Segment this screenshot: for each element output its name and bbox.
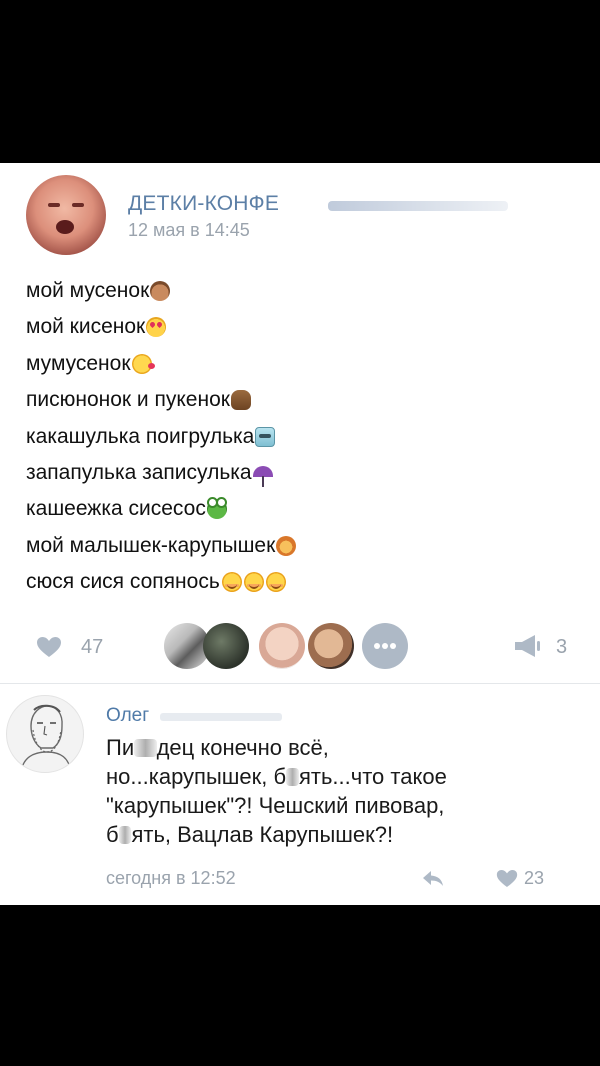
post-actions-bar: 47 3 <box>36 623 576 673</box>
poo-emoji-icon <box>230 390 251 411</box>
post-line: запапулька записулька <box>26 455 566 491</box>
comment-text-part: ять...что такое <box>298 764 447 789</box>
heart-icon[interactable] <box>36 636 62 658</box>
post-line: мой кисенок <box>26 309 566 345</box>
post-line-text: мой малышек-карупышек <box>26 533 276 557</box>
frog-emoji-icon <box>206 497 227 520</box>
liker-avatar[interactable] <box>259 623 305 669</box>
post-line: мой малышек-карупышек <box>26 528 566 564</box>
umbrella-emoji-icon <box>252 465 273 487</box>
censored-blur: зд <box>134 739 157 757</box>
comment-item: Олег Пизддец конечно всё, но...карупышек… <box>0 689 600 905</box>
post-line-text: мой мусенок <box>26 279 150 302</box>
share-count: 3 <box>556 636 568 658</box>
lion-emoji-icon <box>276 535 297 556</box>
comment-text-part: Пи <box>106 735 135 760</box>
more-likers-button[interactable] <box>362 623 408 669</box>
post-line-text: какашулька поигрулька <box>26 424 255 448</box>
robot-emoji-icon <box>255 426 276 447</box>
heart-icon[interactable] <box>496 869 518 888</box>
comment-text: Пизддец конечно всё, но...карупышек, бля… <box>106 733 576 849</box>
post-line-text: кашеежка сисесос <box>26 497 206 521</box>
comment-line: но...карупышек, блять...что такое <box>106 762 576 791</box>
like-count: 47 <box>81 636 104 658</box>
post-timestamp[interactable]: 12 мая в 14:45 <box>128 220 250 241</box>
group-name-faded-text <box>328 201 508 211</box>
censored-blur: л <box>118 826 132 844</box>
post-line-text: писюнонок и пукенок <box>26 388 230 412</box>
liker-avatar[interactable] <box>203 623 249 669</box>
comment-line: "карупышек"?! Чешский пивовар, <box>106 793 445 818</box>
bearded-man-sketch-icon <box>20 704 72 772</box>
baby-emoji-icon <box>150 281 171 301</box>
liker-avatar[interactable] <box>308 623 354 669</box>
comment-text-part: дец конечно всё, <box>156 735 329 760</box>
post-header: ДЕТКИ-КОНФЕ 12 мая в 14:45 <box>26 175 586 255</box>
group-name-link[interactable]: ДЕТКИ-КОНФЕ <box>128 192 279 216</box>
post-line-text: мой кисенок <box>26 315 146 339</box>
avatar-mouth <box>56 220 74 234</box>
post-line-text: сюся сися сопянось <box>26 570 220 594</box>
reply-arrow-icon[interactable] <box>422 869 444 887</box>
comment-like-count: 23 <box>524 868 545 888</box>
comment-timestamp[interactable]: сегодня в 12:52 <box>106 868 236 889</box>
commenter-faded-text <box>160 713 282 721</box>
avatar-eye-right <box>72 203 84 207</box>
commenter-avatar[interactable] <box>6 695 84 773</box>
comment-text-part: ять, Вацлав Карупышек?! <box>131 822 394 847</box>
group-avatar[interactable] <box>26 175 106 255</box>
post-line: какашулька поигрулька <box>26 419 566 455</box>
avatar-eye-left <box>48 203 60 207</box>
more-dots-icon <box>374 643 396 649</box>
heart-eyes-cat-emoji-icon <box>146 317 167 338</box>
post-line-text: запапулька записулька <box>26 460 252 484</box>
blushing-smile-emoji-icon <box>243 572 264 593</box>
post-line: кашеежка сисесос <box>26 491 566 527</box>
censored-blur: л <box>286 768 299 786</box>
commenter-name-link[interactable]: Олег <box>106 705 149 727</box>
blushing-smile-emoji-icon <box>221 572 242 593</box>
wall-post-card: ДЕТКИ-КОНФЕ 12 мая в 14:45 мой мусенок м… <box>0 163 600 905</box>
comment-line: Пизддец конечно всё, <box>106 733 576 762</box>
megaphone-share-icon[interactable] <box>513 633 543 659</box>
blushing-smile-emoji-icon <box>265 572 286 593</box>
divider <box>0 683 600 684</box>
comment-line: блять, Вацлав Карупышек?! <box>106 820 576 849</box>
post-text: мой мусенок мой кисенок мумусенок писюно… <box>26 273 566 601</box>
comment-text-part: б <box>106 822 119 847</box>
kissing-face-emoji-icon <box>131 353 155 374</box>
post-line-text: мумусенок <box>26 351 131 375</box>
comment-text-part: но...карупышек, б <box>106 764 287 789</box>
post-line: мой мусенок <box>26 273 566 309</box>
post-line: писюнонок и пукенок <box>26 382 566 418</box>
post-line: мумусенок <box>26 346 566 382</box>
post-line: сюся сися сопянось <box>26 564 566 600</box>
